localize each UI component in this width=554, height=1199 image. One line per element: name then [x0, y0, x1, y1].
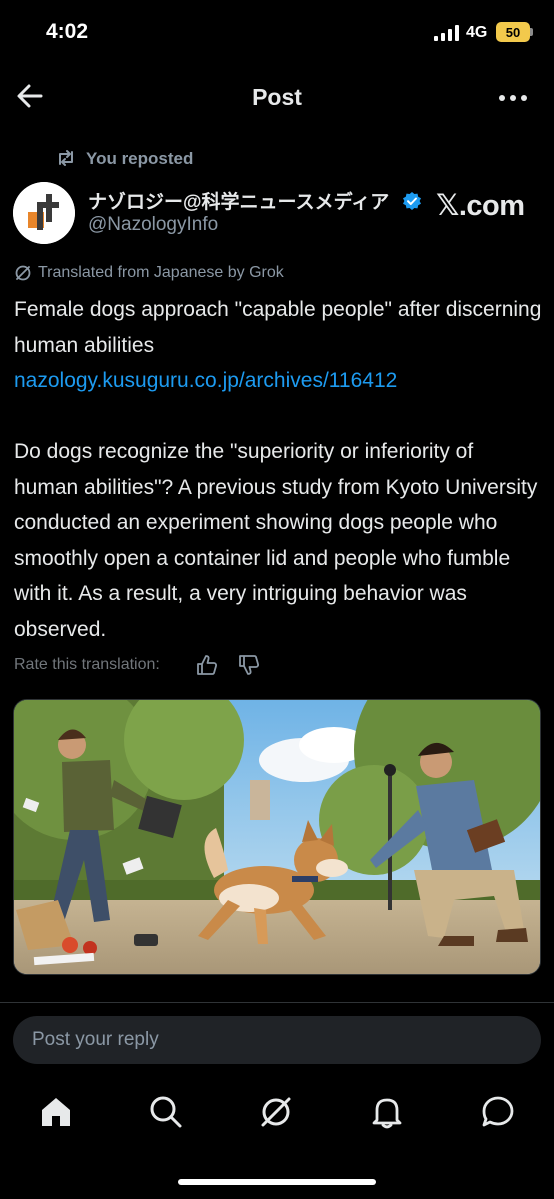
- divider: [0, 1002, 554, 1003]
- thumbs-down-icon[interactable]: [238, 654, 260, 676]
- post-paragraph: Do dogs recognize the "superiority or in…: [14, 440, 538, 641]
- battery-indicator: 50: [496, 22, 530, 42]
- message-icon[interactable]: [480, 1094, 516, 1130]
- post-body: Female dogs approach "capable people" af…: [14, 292, 542, 647]
- thumbs-up-icon[interactable]: [196, 654, 218, 676]
- more-icon[interactable]: [496, 84, 530, 112]
- bell-icon[interactable]: [369, 1094, 405, 1130]
- avatar[interactable]: [13, 182, 75, 244]
- translation-note[interactable]: Translated from Japanese by Grok: [38, 264, 284, 282]
- post-link[interactable]: nazology.kusuguru.co.jp/archives/116412: [14, 369, 397, 392]
- author-handle[interactable]: @NazologyInfo: [88, 214, 218, 236]
- avatar-logo: [13, 182, 75, 244]
- repost-icon: [59, 150, 73, 166]
- signal-icon: [434, 25, 459, 41]
- home-indicator: [178, 1179, 376, 1185]
- battery-level: 50: [505, 24, 521, 40]
- illustration-dogs-park: [14, 700, 540, 974]
- status-time: 4:02: [46, 20, 89, 43]
- home-icon[interactable]: [38, 1094, 74, 1130]
- grok-icon: [15, 265, 31, 281]
- grok-nav-icon[interactable]: [258, 1094, 294, 1130]
- network-label: 4G: [466, 24, 488, 41]
- rate-translation-label: Rate this translation:: [14, 656, 160, 673]
- x-com-brand: 𝕏.com: [436, 190, 525, 222]
- page-title: Post: [252, 84, 302, 110]
- reply-placeholder: Post your reply: [32, 1029, 159, 1050]
- post-headline: Female dogs approach "capable people" af…: [14, 298, 542, 357]
- repost-label: You reposted: [86, 149, 194, 168]
- post-image[interactable]: [13, 699, 541, 975]
- battery-tip: [530, 28, 533, 36]
- verified-badge-icon: [403, 192, 421, 210]
- search-icon[interactable]: [148, 1094, 184, 1130]
- author-display-name[interactable]: ナゾロジー@科学ニュースメディア: [88, 187, 389, 214]
